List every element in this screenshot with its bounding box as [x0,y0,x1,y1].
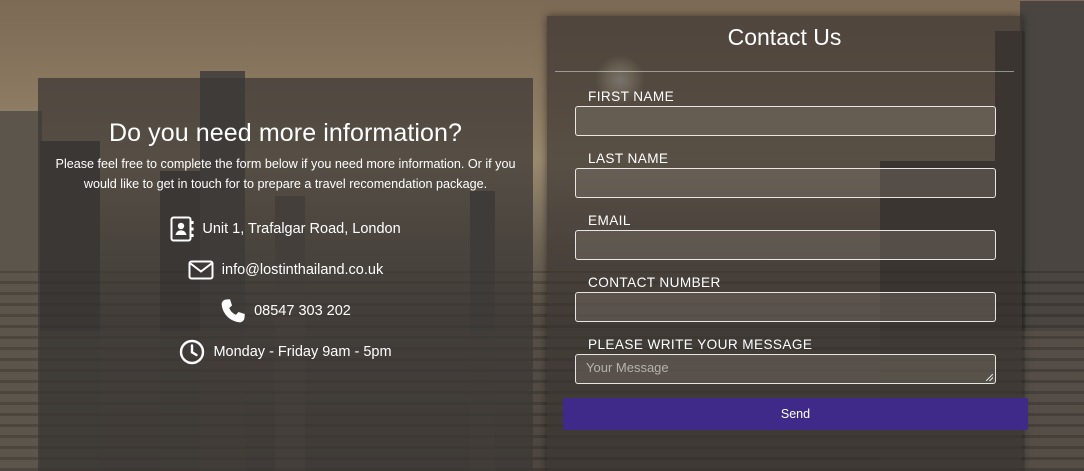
contact-number-label: CONTACT NUMBER [588,275,721,290]
envelope-icon [188,260,214,280]
address-row: Unit 1, Trafalgar Road, London [38,208,533,249]
clock-icon [179,339,205,365]
last-name-input[interactable] [575,168,996,198]
address-book-icon [170,216,194,242]
resize-grip-icon[interactable] [986,374,993,381]
message-placeholder: Your Message [586,360,669,375]
info-title: Do you need more information? [108,119,463,147]
phone-row: 08547 303 202 [38,290,533,331]
contact-number-group: CONTACT NUMBER [547,275,1022,322]
first-name-label: FIRST NAME [588,89,675,104]
last-name-group: LAST NAME [547,151,1022,198]
contact-form: Contact Us FIRST NAME LAST NAME EMAIL CO… [547,16,1028,471]
contact-number-input[interactable] [575,292,996,322]
email-text[interactable]: info@lostinthailand.co.uk [222,262,383,278]
address-text: Unit 1, Trafalgar Road, London [202,220,401,237]
info-panel: Do you need more information? Please fee… [38,78,533,471]
email-label: EMAIL [588,213,631,228]
first-name-group: FIRST NAME [547,89,1022,136]
last-name-label: LAST NAME [588,151,669,166]
email-input[interactable] [575,230,996,260]
message-label: PLEASE WRITE YOUR MESSAGE [588,337,813,352]
info-lead: Please feel free to complete the form be… [55,157,516,191]
send-button[interactable]: Send [563,398,1028,430]
form-title: Contact Us [727,24,842,50]
message-group: PLEASE WRITE YOUR MESSAGE Your Message [547,337,1022,384]
message-textarea[interactable]: Your Message [575,354,996,384]
phone-text[interactable]: 08547 303 202 [254,303,351,319]
form-divider [555,71,1014,72]
hours-text: Monday - Friday 9am - 5pm [213,343,392,360]
contact-details: Unit 1, Trafalgar Road, London info@lost… [38,208,533,372]
email-group: EMAIL [547,213,1022,260]
email-row: info@lostinthailand.co.uk [38,249,533,290]
first-name-input[interactable] [575,106,996,136]
hours-row: Monday - Friday 9am - 5pm [38,331,533,372]
phone-icon [220,298,246,324]
